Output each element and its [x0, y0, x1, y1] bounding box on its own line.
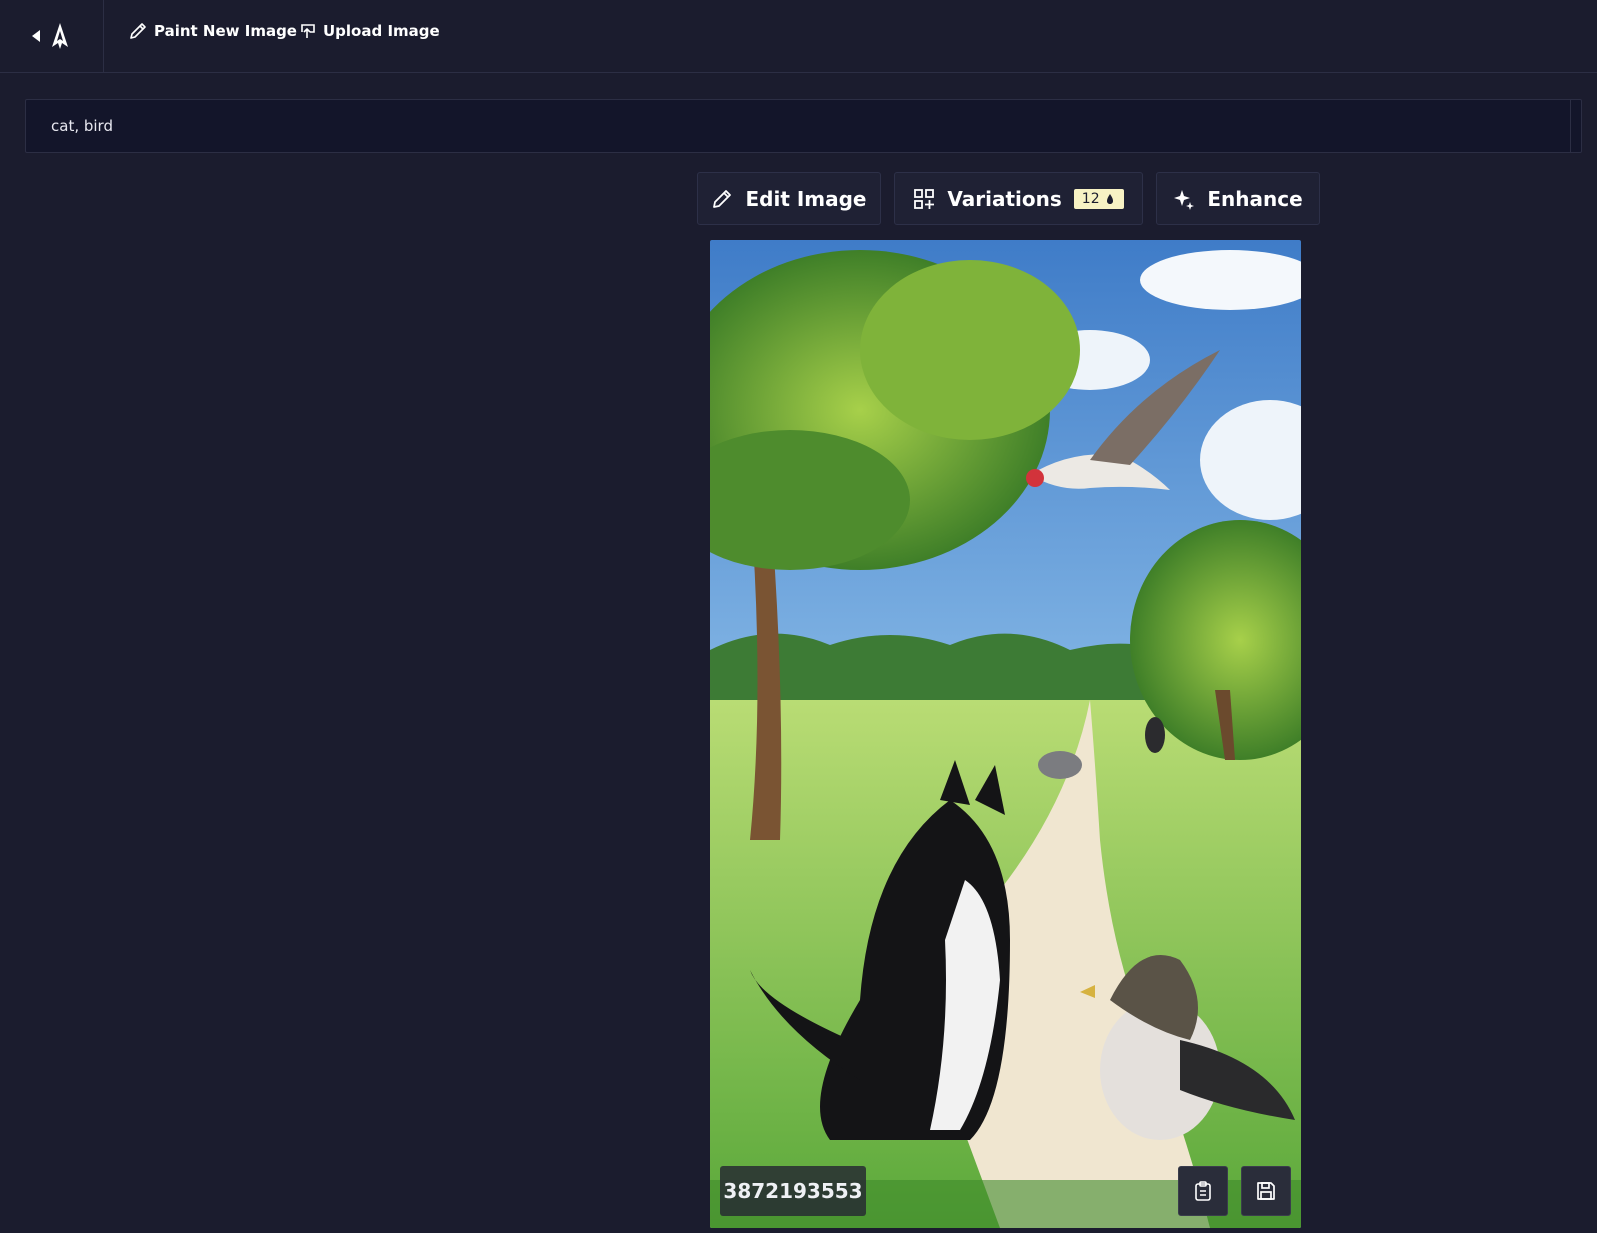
logo-icon[interactable]: [48, 21, 72, 51]
variations-grid-icon: [914, 188, 935, 209]
seed-value: 3872193553: [723, 1179, 863, 1203]
variations-label: Variations: [947, 186, 1062, 211]
edit-image-button[interactable]: Edit Image: [697, 172, 881, 225]
back-arrow-icon[interactable]: [31, 30, 40, 42]
variations-cost-badge: 12: [1073, 188, 1124, 209]
prompt-input[interactable]: cat, bird: [25, 99, 1582, 153]
save-icon: [1257, 1182, 1275, 1200]
pencil-icon: [713, 189, 732, 208]
brand-area: [0, 0, 104, 72]
variations-button[interactable]: Variations 12: [894, 172, 1143, 225]
top-bar: Paint New Image Upload Image: [0, 0, 1597, 73]
variations-count: 12: [1081, 190, 1100, 207]
paint-new-image-link[interactable]: Paint New Image: [128, 18, 297, 44]
edit-image-label: Edit Image: [745, 186, 867, 211]
enhance-label: Enhance: [1207, 186, 1303, 211]
paint-new-image-label: Paint New Image: [154, 22, 297, 40]
clipboard-icon: [1195, 1181, 1211, 1201]
generated-image: [710, 240, 1301, 1228]
prompt-scroll-edge: [1570, 100, 1581, 152]
seed-label: 3872193553: [720, 1166, 866, 1216]
upload-icon: [301, 24, 315, 38]
save-image-button[interactable]: [1241, 1166, 1291, 1216]
credits-icon: [1106, 193, 1113, 204]
copy-prompt-button[interactable]: [1178, 1166, 1228, 1216]
enhance-button[interactable]: Enhance: [1156, 172, 1320, 225]
pencil-icon: [130, 23, 146, 39]
prompt-text: cat, bird: [51, 117, 113, 135]
upload-image-label: Upload Image: [323, 22, 440, 40]
generated-image-art: [710, 240, 1301, 1228]
sparkle-icon: [1174, 189, 1195, 210]
upload-image-link[interactable]: Upload Image: [299, 18, 440, 44]
